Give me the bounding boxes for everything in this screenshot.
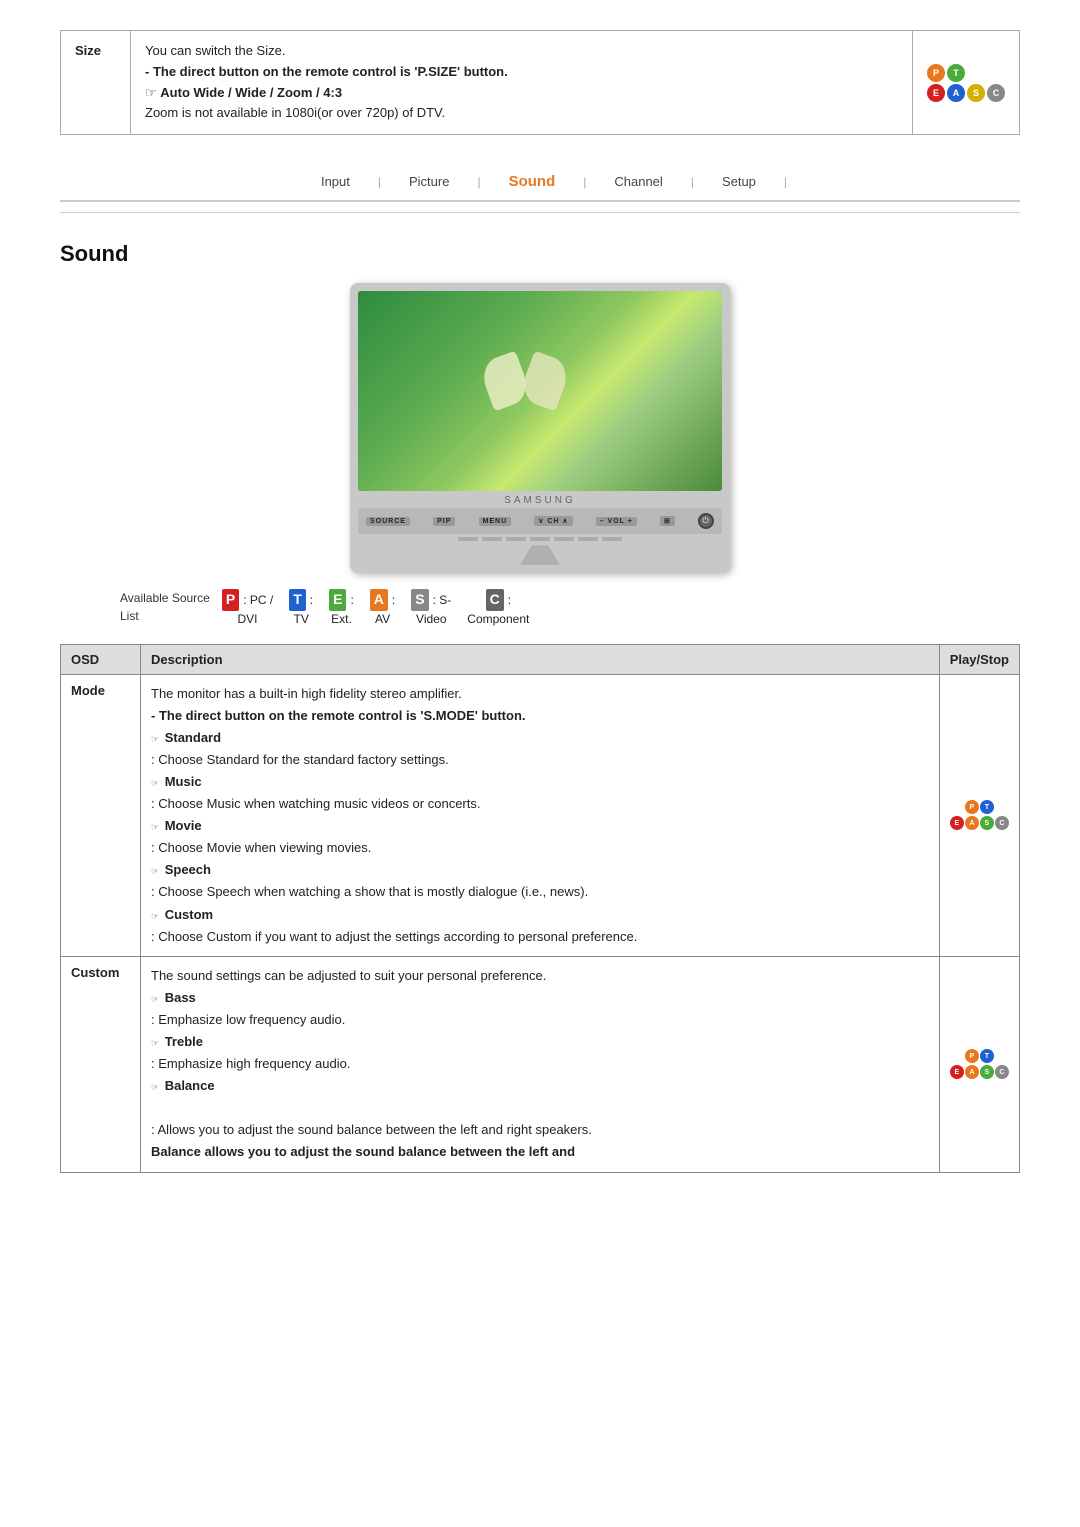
circle-sm2-p: P	[965, 1049, 979, 1063]
tv-screen	[358, 291, 722, 491]
source-desc-p: DVI	[238, 611, 258, 628]
circle-sm-s: S	[980, 816, 994, 830]
nav-setup[interactable]: Setup	[694, 170, 784, 193]
pip-btn[interactable]: PIP	[433, 517, 455, 526]
td-mode-label: Mode	[61, 674, 141, 956]
butterfly-icon	[485, 351, 565, 411]
source-btn[interactable]: SOURCE	[366, 517, 410, 526]
source-row: P : PC / DVI T : TV E : Ext. A : AV	[222, 589, 529, 627]
td-custom-label: Custom	[61, 956, 141, 1172]
main-table: OSD Description Play/Stop Mode The monit…	[60, 644, 1020, 1173]
ch-btn[interactable]: ∨ CH ∧	[534, 516, 572, 526]
top-info-line2: - The direct button on the remote contro…	[145, 64, 508, 79]
source-colon-c: :	[508, 592, 511, 609]
top-info-line3: ☞ Auto Wide / Wide / Zoom / 4:3	[145, 85, 342, 100]
source-colon-a: :	[392, 592, 395, 609]
top-info-logo: P T E A S C	[912, 31, 1019, 134]
top-info-label: Size	[61, 31, 131, 134]
source-list: Available SourceList P : PC / DVI T : TV…	[120, 589, 1020, 627]
circle-e: E	[927, 84, 945, 102]
table-row-mode: Mode The monitor has a built-in high fid…	[61, 674, 1020, 956]
source-colon-p: : PC /	[243, 592, 273, 609]
td-mode-content: The monitor has a built-in high fidelity…	[141, 674, 940, 956]
tv-stand-base	[520, 545, 560, 565]
source-letter-t: T	[289, 589, 306, 611]
source-colon-s: : S-	[433, 592, 452, 609]
th-osd: OSD	[61, 644, 141, 674]
divider	[60, 212, 1020, 213]
nav-channel[interactable]: Channel	[586, 170, 690, 193]
tv-stand	[358, 545, 722, 565]
source-e: E : Ext.	[329, 589, 354, 627]
th-playstop: Play/Stop	[939, 644, 1019, 674]
circle-sm2-t: T	[980, 1049, 994, 1063]
circle-c: C	[987, 84, 1005, 102]
tv-image-area: SAMSUNG SOURCE PIP MENU ∨ CH ∧ – VOL + ⊞…	[60, 283, 1020, 573]
circle-s: S	[967, 84, 985, 102]
pteasc-logo-custom: P T E A S C	[950, 1049, 1009, 1079]
source-desc-a: AV	[375, 611, 390, 628]
source-list-label: Available SourceList	[120, 589, 210, 625]
circle-sm-a: A	[965, 816, 979, 830]
circle-sm-p: P	[965, 800, 979, 814]
tv-controls: SOURCE PIP MENU ∨ CH ∧ – VOL + ⊞ ⏻	[358, 508, 722, 534]
pteasc-logo: P T E A S C	[927, 64, 1005, 102]
circle-sm-c: C	[995, 816, 1009, 830]
nav-input[interactable]: Input	[293, 170, 378, 193]
source-desc-e: Ext.	[331, 611, 352, 628]
source-s: S : S- Video	[411, 589, 451, 627]
menu-btn[interactable]: MENU	[479, 517, 512, 526]
source-t: T : TV	[289, 589, 313, 627]
circle-sm2-a: A	[965, 1065, 979, 1079]
circle-sm2-e: E	[950, 1065, 964, 1079]
circle-p: P	[927, 64, 945, 82]
nav-bar: Input | Picture | Sound | Channel | Setu…	[60, 155, 1020, 202]
circle-sm2-s: S	[980, 1065, 994, 1079]
source-p: P : PC / DVI	[222, 589, 273, 627]
td-mode-logo: P T E A S C	[939, 674, 1019, 956]
circle-sm2-c: C	[995, 1065, 1009, 1079]
source-letter-a: A	[370, 589, 388, 611]
source-letter-s: S	[411, 589, 428, 611]
circle-t: T	[947, 64, 965, 82]
top-info-line4: Zoom is not available in 1080i(or over 7…	[145, 105, 445, 120]
td-custom-logo: P T E A S C	[939, 956, 1019, 1172]
source-a: A : AV	[370, 589, 395, 627]
source-letter-c: C	[486, 589, 504, 611]
source-desc-t: TV	[293, 611, 308, 628]
source-letter-p: P	[222, 589, 239, 611]
source-c: C : Component	[467, 589, 529, 627]
circle-sm-t: T	[980, 800, 994, 814]
top-info-content: You can switch the Size. - The direct bu…	[131, 31, 912, 134]
top-info-box: Size You can switch the Size. - The dire…	[60, 30, 1020, 135]
top-info-line1: You can switch the Size.	[145, 43, 285, 58]
nav-picture[interactable]: Picture	[381, 170, 477, 193]
nav-sound[interactable]: Sound	[481, 169, 584, 194]
td-custom-content: The sound settings can be adjusted to su…	[141, 956, 940, 1172]
source-colon-e: :	[350, 592, 353, 609]
page-title: Sound	[60, 241, 1020, 267]
th-description: Description	[141, 644, 940, 674]
circle-sm-e: E	[950, 816, 964, 830]
circle-a: A	[947, 84, 965, 102]
source-colon-t: :	[310, 592, 313, 609]
table-row-custom: Custom The sound settings can be adjuste…	[61, 956, 1020, 1172]
pteasc-logo-mode: P T E A S C	[950, 800, 1009, 830]
fullscreen-btn[interactable]: ⊞	[660, 516, 675, 526]
source-desc-s: Video	[416, 611, 446, 628]
tv-screen-image	[358, 291, 722, 491]
tv-brand: SAMSUNG	[358, 491, 722, 508]
power-btn[interactable]: ⏻	[698, 513, 714, 529]
tv-mockup: SAMSUNG SOURCE PIP MENU ∨ CH ∧ – VOL + ⊞…	[350, 283, 730, 573]
source-letter-e: E	[329, 589, 346, 611]
source-desc-c: Component	[467, 611, 529, 628]
vol-btn[interactable]: – VOL +	[596, 517, 637, 526]
tv-vents	[358, 534, 722, 543]
